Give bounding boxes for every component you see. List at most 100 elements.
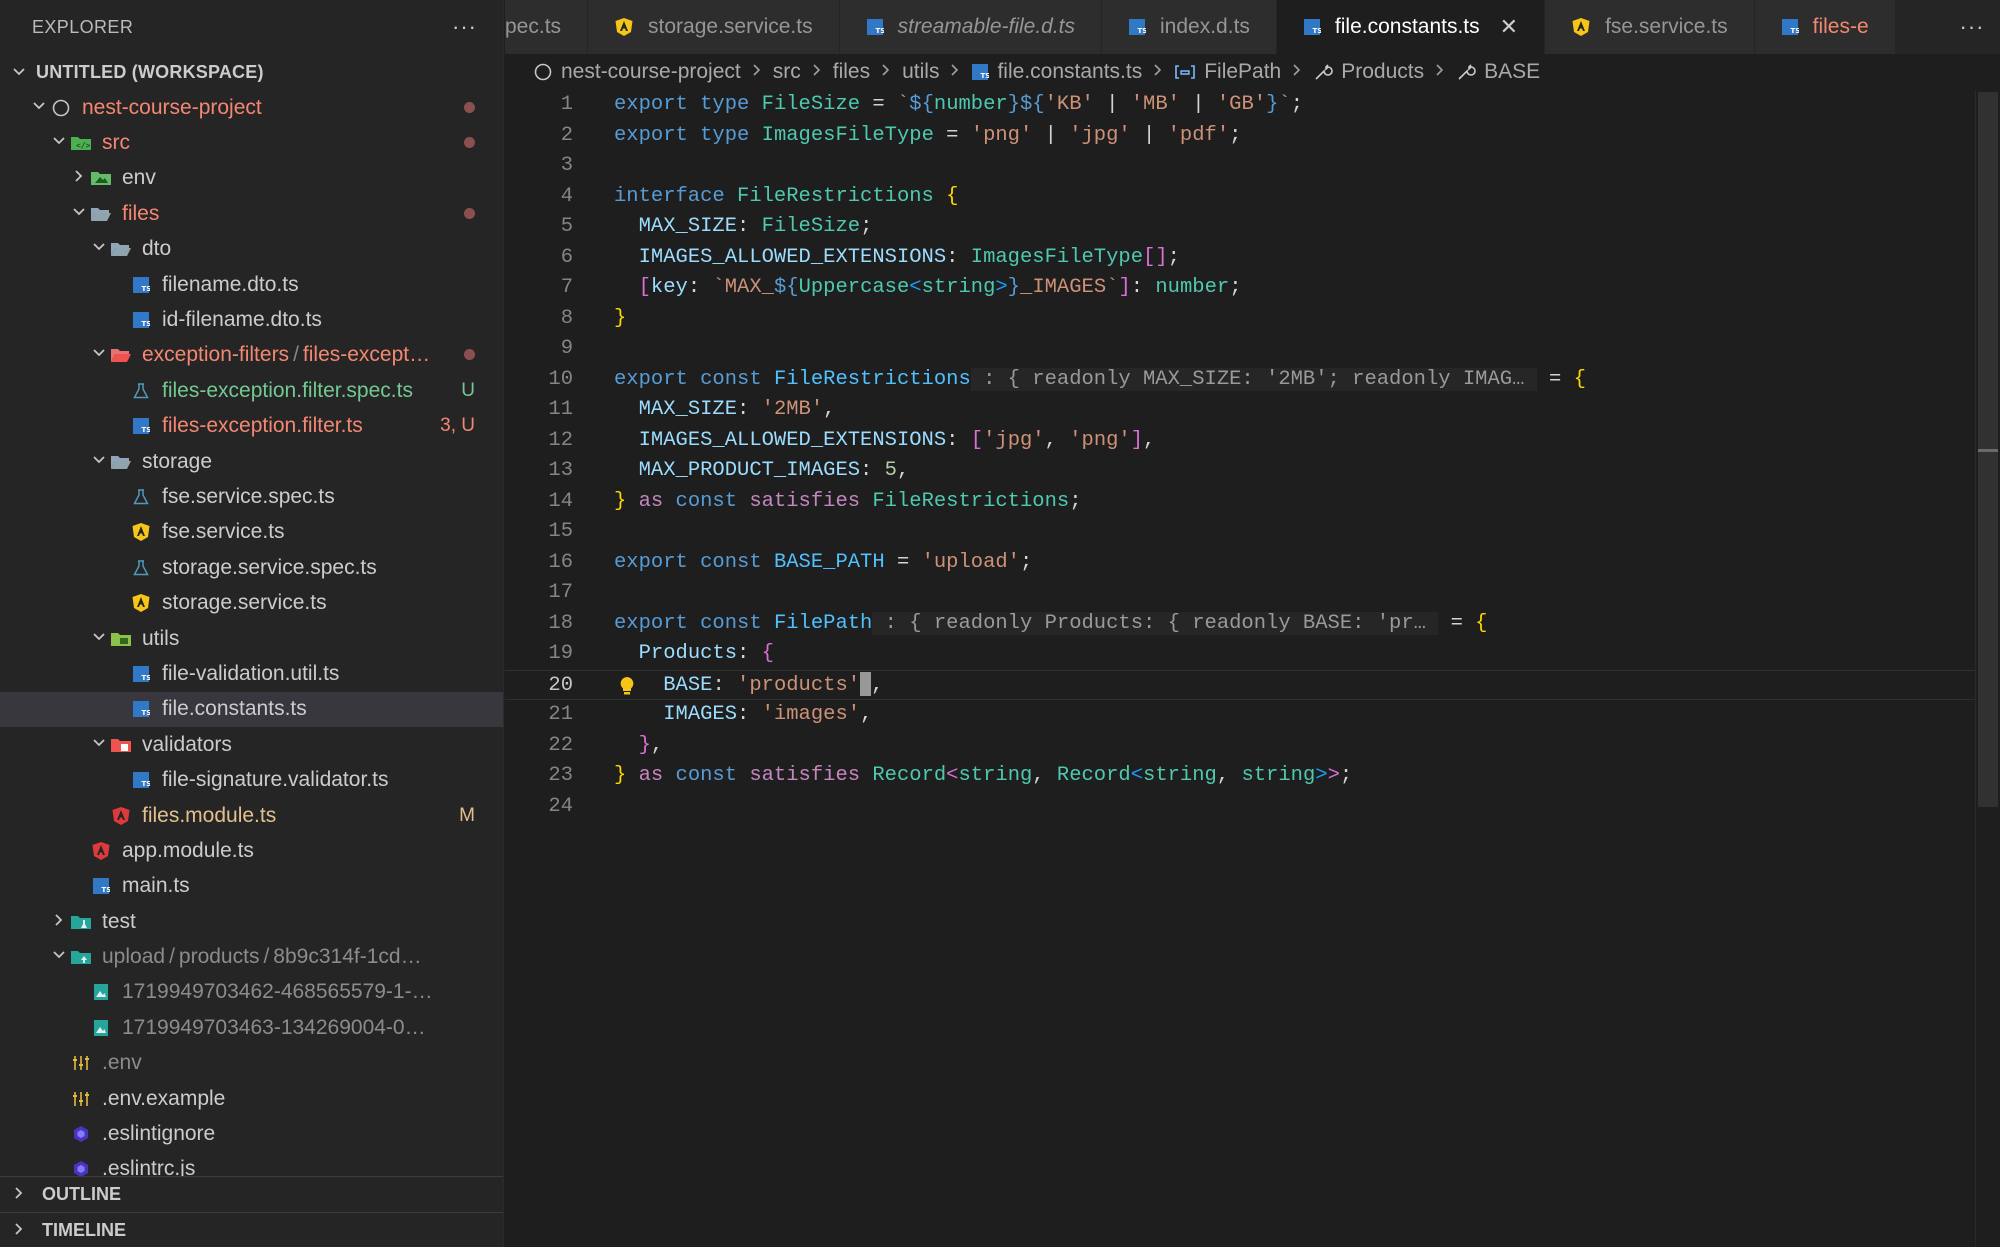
chevron-down-icon[interactable] (28, 99, 50, 117)
tree-item[interactable]: TS files-exception.filter.ts 3, U (0, 409, 503, 444)
breadcrumb-item[interactable]: BASE (1456, 60, 1540, 84)
tree-item[interactable]: validators (0, 727, 503, 762)
chevron-right-icon[interactable] (48, 913, 70, 931)
code-line[interactable]: 15 (505, 517, 1975, 548)
code-line[interactable]: 2 export type ImagesFileType = 'png' | 'j… (505, 121, 1975, 152)
workspace-section-header[interactable]: UNTITLED (WORKSPACE) (0, 54, 503, 90)
close-icon[interactable]: ✕ (1500, 14, 1518, 40)
tree-item[interactable]: files (0, 196, 503, 231)
tree-item-text: validators (142, 732, 232, 756)
breadcrumb-item[interactable]: utils (902, 60, 939, 84)
code-line[interactable]: 7 [key: `MAX_${Uppercase<string>}_IMAGES… (505, 273, 1975, 304)
breadcrumb-item[interactable]: files (833, 60, 870, 84)
editor-tab[interactable]: storage.service.ts (588, 0, 840, 54)
code-line[interactable]: 8} (505, 304, 1975, 335)
tree-item-label: 1719949703462-468565579-1-11.jpg (122, 980, 433, 1004)
code-line[interactable]: 21 IMAGES: 'images', (505, 700, 1975, 731)
image-file-icon (92, 1019, 110, 1037)
breadcrumb-icon-wrap (533, 62, 553, 82)
tree-item[interactable]: 1719949703462-468565579-1-11.jpg (0, 975, 503, 1010)
code-line[interactable]: 9 (505, 334, 1975, 365)
breadcrumb-item[interactable]: nest-course-project (533, 60, 741, 84)
tree-item[interactable]: TS id-filename.dto.ts (0, 302, 503, 337)
tree-item[interactable]: exception-filters / files-exception (0, 338, 503, 373)
tree-item[interactable]: storage.service.ts (0, 585, 503, 620)
tree-item[interactable]: env (0, 161, 503, 196)
code-line[interactable]: 10 export const FileRestrictions : { read… (505, 365, 1975, 396)
breadcrumb-item[interactable]: Products (1313, 60, 1424, 84)
timeline-section-header[interactable]: TIMELINE (0, 1212, 503, 1247)
code-line[interactable]: 14} as const satisfies FileRestrictions; (505, 487, 1975, 518)
code-line[interactable]: 4 interface FileRestrictions { (505, 182, 1975, 213)
breadcrumb-item[interactable]: FilePath (1174, 60, 1281, 84)
code-line[interactable]: 18 export const FilePath : { readonly Pro… (505, 609, 1975, 640)
tree-item[interactable]: dto (0, 232, 503, 267)
tree-item-icon-wrap (130, 592, 152, 614)
tree-item[interactable]: app.module.ts (0, 833, 503, 868)
chevron-down-icon[interactable] (88, 453, 110, 471)
code-line[interactable]: 1 export type FileSize = `${number}${'KB'… (505, 90, 1975, 121)
code-line[interactable]: 22 }, (505, 731, 1975, 762)
chevron-down-icon[interactable] (48, 134, 70, 152)
tree-item[interactable]: TS filename.dto.ts (0, 267, 503, 302)
code-text: Products: { (614, 639, 774, 670)
tree-item[interactable]: </> src (0, 125, 503, 160)
chevron-down-icon[interactable] (88, 346, 110, 364)
code-line[interactable]: 19 Products: { (505, 639, 1975, 670)
chevron-down-icon[interactable] (88, 240, 110, 258)
chevron-right-icon[interactable] (68, 169, 90, 187)
tree-item[interactable]: 1719949703463-134269004-0001-3... (0, 1010, 503, 1045)
code-line[interactable]: 16 export const BASE_PATH = 'upload'; (505, 548, 1975, 579)
lightbulb-icon[interactable] (618, 675, 636, 697)
tree-item[interactable]: storage (0, 444, 503, 479)
tree-item[interactable]: files-exception.filter.spec.ts U (0, 373, 503, 408)
tree-item-icon-wrap (90, 981, 112, 1003)
code-line[interactable]: 13 MAX_PRODUCT_IMAGES: 5, (505, 456, 1975, 487)
tree-item[interactable]: files.module.ts M (0, 798, 503, 833)
tree-item[interactable]: TS main.ts (0, 869, 503, 904)
editor-tab[interactable]: TS index.d.ts (1102, 0, 1277, 54)
editor-tab[interactable]: pec.ts (505, 0, 589, 54)
tree-item[interactable]: upload/products/8b9c314f-1cd0-40fe... (0, 939, 503, 974)
chevron-down-icon[interactable] (48, 948, 70, 966)
tree-item[interactable]: TS file-signature.validator.ts (0, 762, 503, 797)
editor-tab[interactable]: TS streamable-file.d.ts (839, 0, 1103, 54)
tree-item[interactable]: .env (0, 1046, 503, 1081)
tree-item[interactable]: utils (0, 621, 503, 656)
chevron-down-icon[interactable] (68, 205, 90, 223)
code-line[interactable]: 20 BASE: 'products', (505, 669, 1975, 700)
editor-tab[interactable]: TS file.constants.ts ✕ (1276, 0, 1546, 54)
code-line[interactable]: 3 (505, 151, 1975, 182)
tree-item[interactable]: test (0, 904, 503, 939)
editor-more-actions-icon[interactable]: ··· (1944, 0, 2000, 54)
breadcrumb-item[interactable]: TS file.constants.ts (971, 60, 1142, 84)
editor-tab[interactable]: TS files-e (1754, 0, 1896, 54)
tree-item[interactable]: nest-course-project (0, 90, 503, 125)
tree-item[interactable]: .eslintignore (0, 1116, 503, 1151)
tree-item[interactable]: .env.example (0, 1081, 503, 1116)
editor-tab[interactable]: fse.service.ts (1545, 0, 1755, 54)
tree-item[interactable]: TS file.constants.ts (0, 691, 503, 728)
breadcrumb-icon-wrap: TS (971, 63, 989, 81)
folder-src-icon: </> (70, 134, 92, 152)
code-line[interactable]: 12 IMAGES_ALLOWED_EXTENSIONS: ['jpg', 'p… (505, 426, 1975, 457)
breadcrumb-item[interactable]: src (773, 60, 801, 84)
code-line[interactable]: 23} as const satisfies Record<string, Re… (505, 761, 1975, 792)
code-line[interactable]: 11 MAX_SIZE: '2MB', (505, 395, 1975, 426)
code-line[interactable]: 17 (505, 578, 1975, 609)
explorer-more-actions-icon[interactable]: ··· (452, 14, 477, 40)
code-line[interactable]: 24 (505, 792, 1975, 823)
outline-section-header[interactable]: OUTLINE (0, 1176, 503, 1211)
outline-title: OUTLINE (42, 1183, 121, 1204)
chevron-down-icon[interactable] (88, 630, 110, 648)
tree-item-text: 8b9c314f-1cd0-40fe... (273, 945, 433, 969)
chevron-down-icon[interactable] (88, 736, 110, 754)
tree-item[interactable]: fse.service.ts (0, 515, 503, 550)
code-line[interactable]: 6 IMAGES_ALLOWED_EXTENSIONS: ImagesFileT… (505, 243, 1975, 274)
tree-item[interactable]: storage.service.spec.ts (0, 550, 503, 585)
code-editor[interactable]: 1 export type FileSize = `${number}${'KB'… (505, 90, 1975, 1247)
tree-item[interactable]: fse.service.spec.ts (0, 479, 503, 514)
code-line[interactable]: 5 MAX_SIZE: FileSize; (505, 212, 1975, 243)
tree-item-label: exception-filters / files-exception (142, 343, 433, 367)
tree-item[interactable]: TS file-validation.util.ts (0, 656, 503, 691)
